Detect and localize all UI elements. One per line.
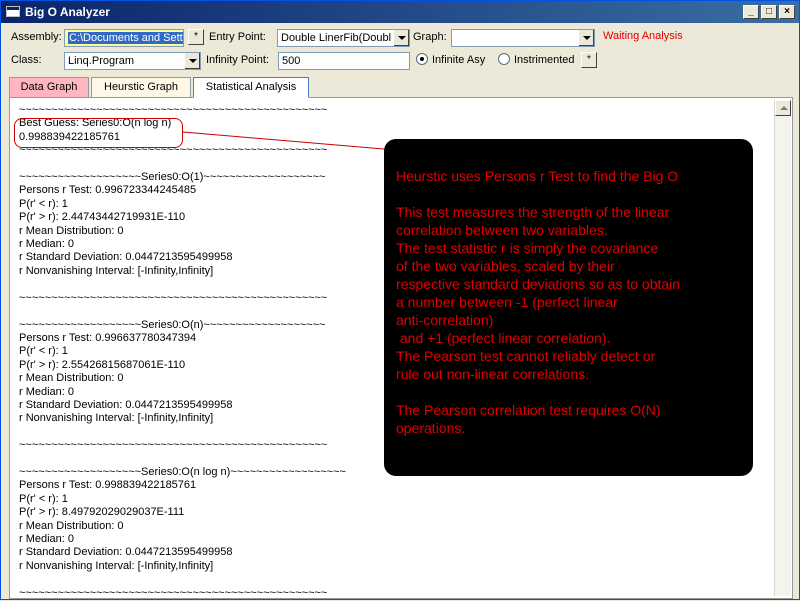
infinity-point-input[interactable]: 500 (278, 52, 410, 70)
assembly-label: Assembly: (11, 31, 62, 43)
title-bar[interactable]: Big O Analyzer _ □ × (1, 1, 799, 23)
infinity-point-value: 500 (282, 55, 301, 67)
infinite-asy-label: Infinite Asy (432, 54, 486, 66)
chevron-down-icon[interactable] (578, 30, 594, 46)
class-label: Class: (11, 54, 42, 66)
class-dropdown[interactable]: Linq.Program (64, 52, 201, 70)
tab-data-graph[interactable]: Data Graph (9, 77, 89, 97)
graph-label: Graph: (413, 31, 447, 43)
app-icon (6, 6, 20, 17)
callout-text: Heurstic uses Persons r Test to find the… (396, 168, 681, 436)
vertical-scrollbar[interactable] (774, 100, 791, 596)
best-guess-highlight (14, 118, 183, 148)
entry-point-value: Double LinerFib(Doubl (281, 32, 392, 44)
status-text: Waiting Analysis (603, 30, 683, 42)
chevron-down-icon[interactable] (184, 53, 200, 69)
tab-heurstic-graph[interactable]: Heurstic Graph (91, 77, 191, 97)
app-window: Big O Analyzer _ □ × Assembly: C:\Docume… (0, 0, 800, 600)
class-value: Linq.Program (68, 55, 135, 67)
entry-point-dropdown[interactable]: Double LinerFib(Doubl (277, 29, 410, 47)
assembly-browse-button[interactable]: * (188, 29, 204, 45)
close-button[interactable]: × (779, 5, 795, 19)
instrimented-radio[interactable] (498, 53, 510, 65)
maximize-button[interactable]: □ (761, 5, 777, 19)
window-title: Big O Analyzer (25, 5, 110, 19)
instrimented-label: Instrimented (514, 54, 575, 66)
infinity-point-label: Infinity Point: (206, 54, 269, 66)
infinite-asy-radio[interactable] (416, 53, 428, 65)
instrimented-options-button[interactable]: * (581, 52, 597, 68)
assembly-value: C:\Documents and Setti (68, 32, 183, 44)
scroll-up-arrow-icon[interactable] (775, 100, 791, 116)
assembly-field[interactable]: C:\Documents and Setti (64, 29, 184, 47)
chevron-down-icon[interactable] (393, 30, 409, 46)
tab-statistical-analysis[interactable]: Statistical Analysis (193, 77, 309, 98)
pearson-test-callout: Heurstic uses Persons r Test to find the… (384, 139, 753, 476)
minimize-button[interactable]: _ (743, 5, 759, 19)
entry-point-label: Entry Point: (209, 31, 266, 43)
graph-dropdown[interactable] (451, 29, 595, 47)
